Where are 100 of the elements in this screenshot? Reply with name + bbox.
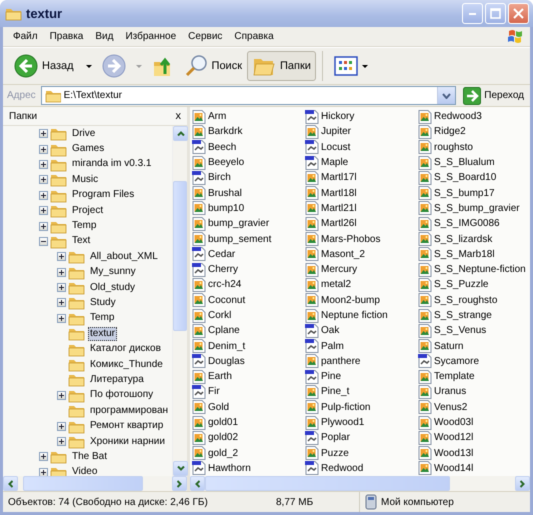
menu-item[interactable]: Избранное [119,29,182,44]
file-item[interactable]: Arm [192,109,305,124]
file-item[interactable]: S_S_lizardsk [418,231,530,247]
file-item[interactable]: Puzze [305,446,418,461]
file-item[interactable]: crc-h24 [192,277,305,293]
file-item[interactable]: Cedar [192,246,305,262]
file-item[interactable]: gold02 [192,430,305,446]
expand-toggle[interactable] [57,268,66,277]
file-item[interactable]: roughsto [418,140,530,155]
menu-item[interactable]: Файл [7,29,44,44]
file-item[interactable]: Gold [192,400,305,415]
file-item[interactable]: Pine [305,369,418,384]
file-item[interactable]: Wood03l [418,414,530,430]
file-item[interactable]: gold01 [192,414,305,430]
file-item[interactable]: Palm [305,338,418,354]
file-item[interactable]: metal2 [305,277,418,293]
tree-item[interactable]: Temp [70,219,98,234]
horizontal-scrollbar[interactable] [190,476,530,491]
file-item[interactable]: S_S_Puzzle [418,277,530,293]
file-item[interactable]: Martl18l [305,185,418,201]
file-item[interactable]: Wood13l [418,446,530,461]
file-item[interactable]: Birch [192,170,305,186]
file-item[interactable]: Pine_t [305,384,418,400]
expand-toggle[interactable] [39,468,48,476]
tree-item[interactable]: textur [88,326,118,341]
expand-toggle[interactable] [39,452,48,462]
tree-item[interactable]: Каталог дисков [88,342,163,356]
expand-toggle[interactable] [57,252,66,262]
tree-item[interactable]: The Bat [70,450,110,464]
tree-item[interactable]: miranda im v0.3.1 [70,157,154,172]
tree-item[interactable]: Хроники нарнии [88,434,167,448]
file-item[interactable]: Venus2 [418,400,530,415]
tree-item[interactable]: Project [70,204,106,218]
dropdown-button[interactable] [437,87,456,104]
file-item[interactable]: S_S_IMG0086 [418,216,530,232]
expand-toggle[interactable] [57,390,66,400]
file-item[interactable]: Saturn [418,338,530,354]
file-item[interactable]: bump10 [192,200,305,216]
expand-toggle[interactable] [57,437,66,446]
search-button[interactable]: Поиск [178,51,248,81]
file-item[interactable]: Moon2-bump [305,292,418,308]
menu-item[interactable]: Сервис [182,29,228,44]
file-item[interactable]: Cherry [192,262,305,278]
horizontal-scrollbar[interactable] [3,476,187,491]
expand-toggle[interactable] [39,206,48,216]
tree-item[interactable]: Ремонт квартир [88,419,166,434]
file-item[interactable]: Earth [192,369,305,384]
tree-item[interactable]: Music [70,172,100,187]
tree-item[interactable]: программирован [88,404,170,418]
tree-item[interactable]: Video [70,465,100,476]
file-item[interactable]: Denim_t [192,338,305,354]
vertical-scrollbar[interactable] [172,126,187,476]
file-item[interactable]: Plywood1 [305,414,418,430]
file-item[interactable]: Coconut [192,292,305,308]
file-item[interactable]: Redwood [305,460,418,476]
file-item[interactable]: Barkdrk [192,124,305,140]
expand-toggle[interactable] [57,298,66,308]
file-item[interactable]: Maple [305,154,418,170]
file-item[interactable]: S_S_strange [418,308,530,324]
file-item[interactable]: Wood12l [418,430,530,446]
file-item[interactable]: S_S_Board10 [418,170,530,186]
file-item[interactable]: Fir [192,384,305,400]
file-item[interactable]: S_S_Neptune-fiction [418,262,530,278]
file-item[interactable]: Oak [305,323,418,338]
file-item[interactable]: S_S_bump17 [418,185,530,201]
file-item[interactable]: Beech [192,140,305,155]
tree-item[interactable]: Литература [88,372,146,387]
file-item[interactable]: Hawthorn [192,460,305,476]
expand-toggle[interactable] [57,422,66,431]
file-item[interactable]: Redwood3 [418,109,530,124]
tree-item[interactable]: Study [88,296,118,310]
file-item[interactable]: S_S_roughsto [418,292,530,308]
tree-item[interactable]: Text [70,234,92,248]
file-item[interactable]: bump_gravier [192,216,305,232]
file-item[interactable]: Poplar [305,430,418,446]
file-item[interactable]: Beeyelo [192,154,305,170]
file-item[interactable]: S_S_Venus [418,323,530,338]
file-item[interactable]: Ridge2 [418,124,530,140]
expand-toggle[interactable] [39,222,48,231]
expand-toggle[interactable] [39,129,48,138]
file-item[interactable]: Neptune fiction [305,308,418,324]
file-item[interactable]: Martl21l [305,200,418,216]
file-item[interactable]: Mars-Phobos [305,231,418,247]
tree-item[interactable]: Drive [70,126,98,141]
file-item[interactable]: Jupiter [305,124,418,140]
go-button[interactable]: Переход [461,86,526,104]
tree-item[interactable]: Комикс_Thunde [88,358,165,372]
file-item[interactable]: Uranus [418,384,530,400]
file-item[interactable]: Pulp-fiction [305,400,418,415]
file-item[interactable]: S_S_bump_gravier [418,200,530,216]
file-item[interactable]: Corkl [192,308,305,324]
close-button[interactable]: x [176,110,181,122]
expand-toggle[interactable] [39,190,48,200]
file-item[interactable]: bump_sement [192,231,305,247]
file-item[interactable]: S_S_Blualum [418,154,530,170]
tree-item[interactable]: По фотошопу [88,388,156,402]
file-item[interactable]: Mercury [305,262,418,278]
file-item[interactable]: S_S_Marb18l [418,246,530,262]
menu-item[interactable]: Справка [228,29,280,44]
tree-item[interactable]: Old_study [88,280,138,295]
